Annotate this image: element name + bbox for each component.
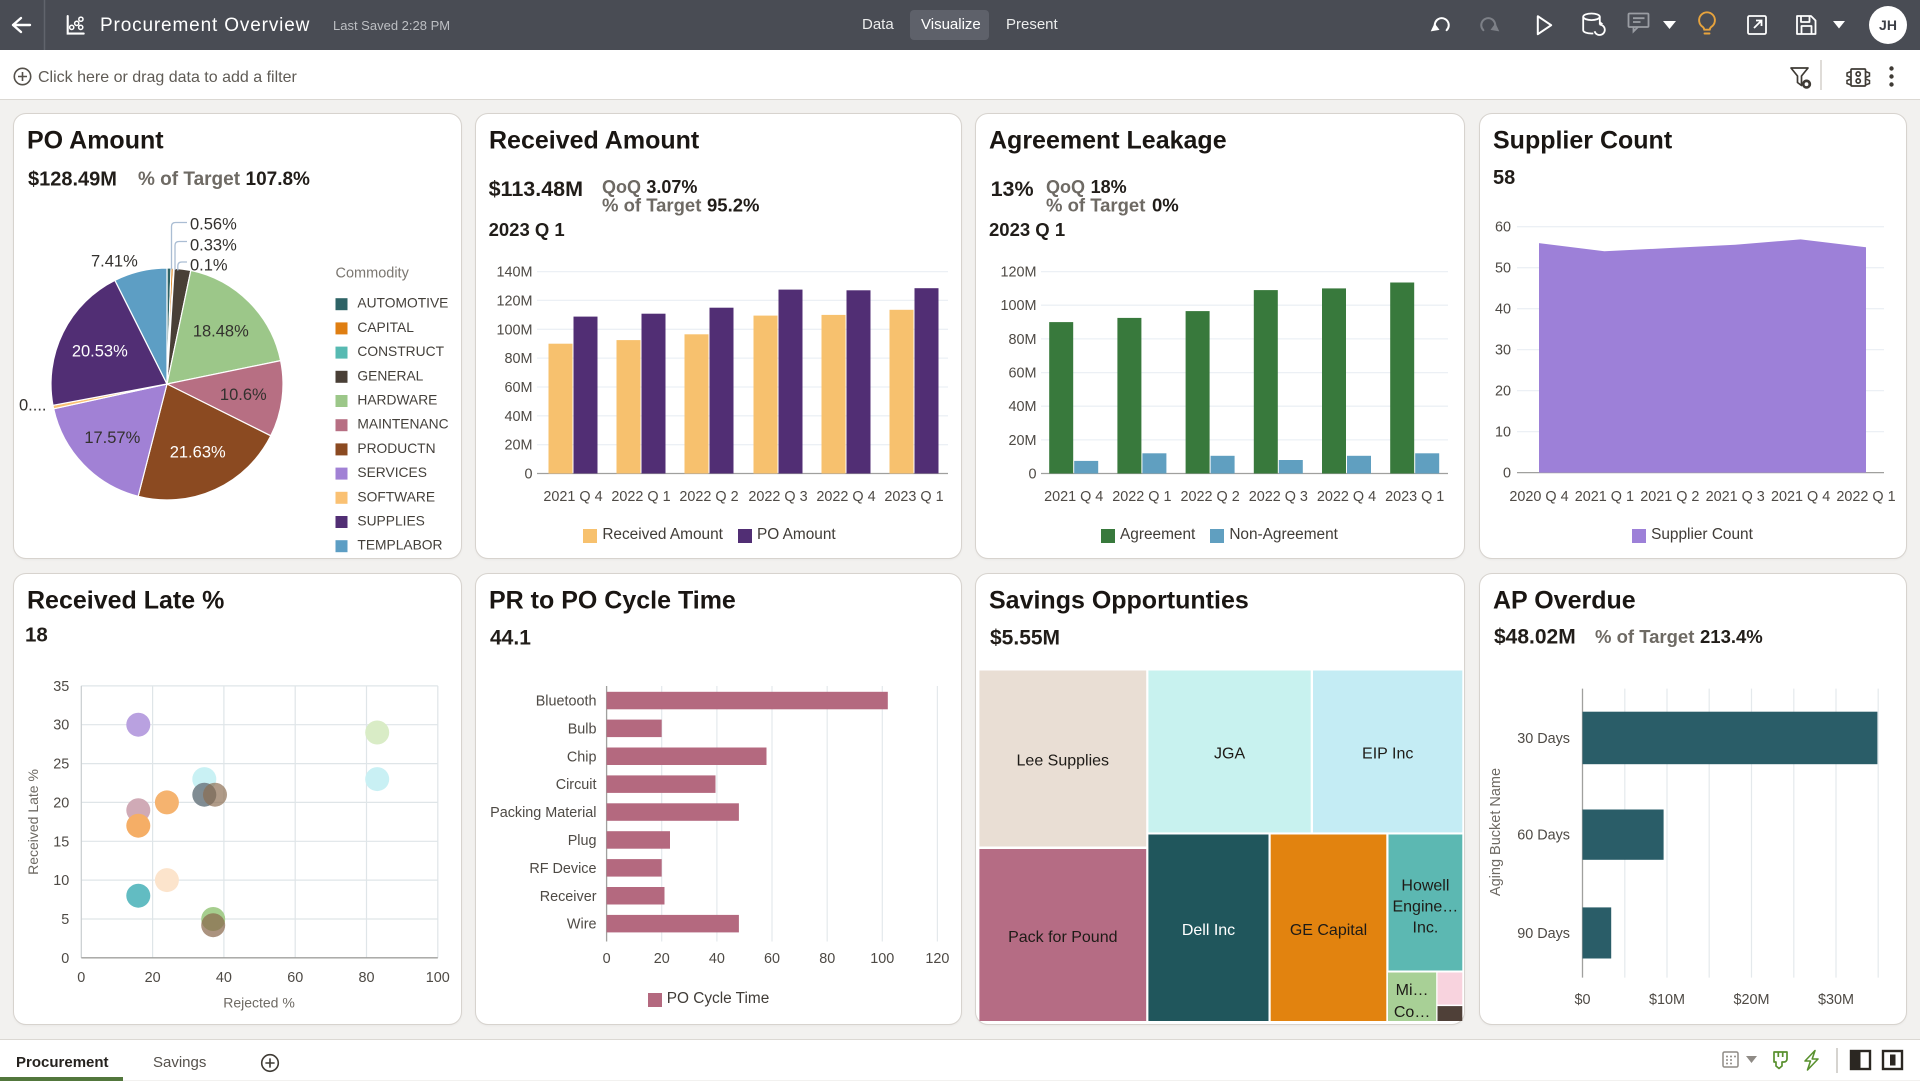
svg-text:JH: JH xyxy=(1879,17,1897,33)
svg-text:Savings: Savings xyxy=(153,1054,206,1071)
svg-text:Procurement: Procurement xyxy=(16,1054,109,1071)
svg-text:Click here or drag data to add: Click here or drag data to add a filter xyxy=(38,69,297,86)
